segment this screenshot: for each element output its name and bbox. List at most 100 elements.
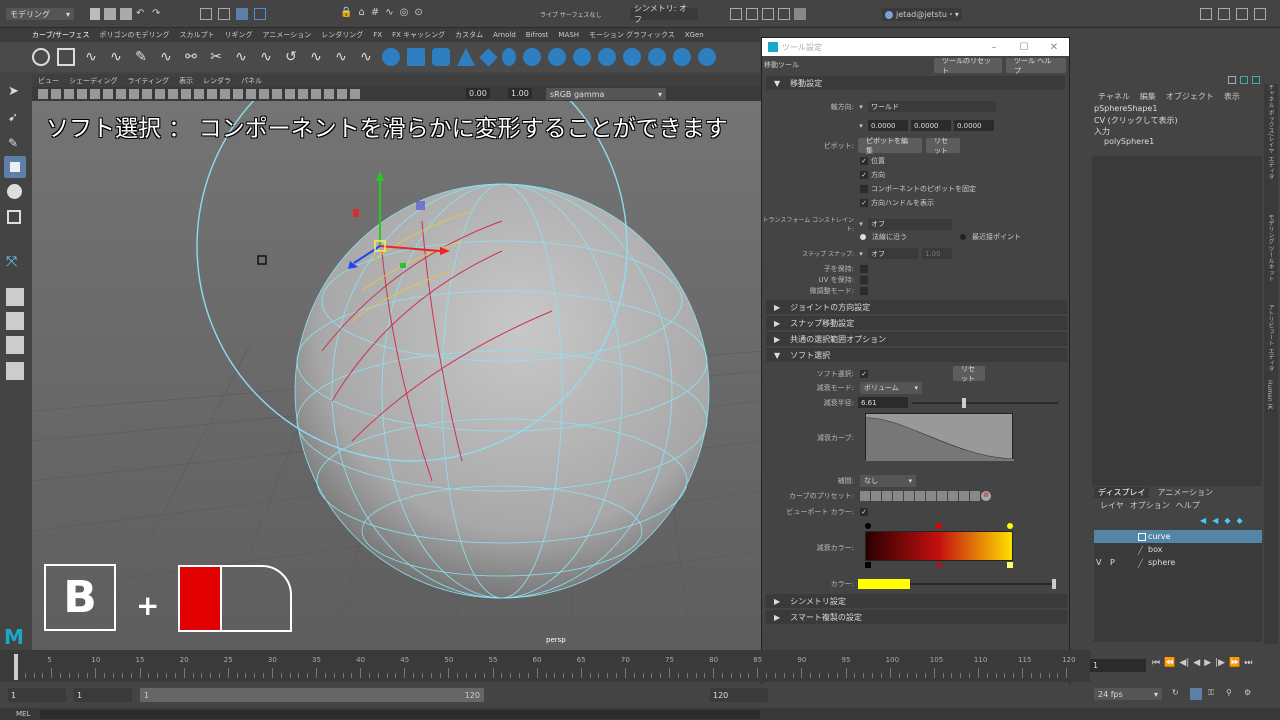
2d-pan-icon[interactable] <box>90 89 100 99</box>
goto-end-icon[interactable]: ⏭ <box>1244 658 1252 668</box>
axis-x-field[interactable]: 0.0000 <box>868 120 908 131</box>
ao-icon[interactable] <box>272 89 282 99</box>
object-mode-icon[interactable] <box>218 8 230 20</box>
axis-z-field[interactable]: 0.0000 <box>954 120 994 131</box>
command-input[interactable] <box>40 710 760 719</box>
range-bar[interactable]: 1 120 <box>140 688 484 702</box>
ramp-handle-yellow[interactable] <box>1007 523 1013 529</box>
fps-dropdown[interactable]: 24 fps ▾ <box>1094 688 1162 700</box>
auto-key-icon[interactable]: ⚲ <box>1226 688 1238 700</box>
checkbox[interactable] <box>860 185 868 193</box>
shelf-tab-animation[interactable]: アニメーション <box>263 30 312 40</box>
ramp-handle-red[interactable] <box>936 523 942 529</box>
select-tool-icon[interactable]: ➤ <box>8 84 22 99</box>
current-frame-field[interactable]: 1 <box>1090 659 1146 672</box>
falloff-radius-field[interactable]: 6.61 <box>858 397 908 408</box>
shelf-tab-mash[interactable]: MASH <box>558 31 579 39</box>
nurbs-sphere-icon[interactable] <box>382 48 400 66</box>
preset-double-bell-icon[interactable] <box>915 491 925 501</box>
open-folder-icon[interactable] <box>104 8 116 20</box>
section-snap-move[interactable]: ▶ スナップ移動設定 <box>766 316 1067 330</box>
hypershade-icon[interactable] <box>794 8 806 20</box>
slider-handle[interactable] <box>961 397 966 408</box>
shelf-tab-xgen[interactable]: XGen <box>685 31 704 39</box>
curve-extend-icon[interactable]: ∿ <box>307 48 325 66</box>
shelf-tab-arnold[interactable]: Arnold <box>493 31 516 39</box>
side-tab-channel-box[interactable]: チャネル ボックス/レイヤ エディタ <box>1266 84 1275 204</box>
magnet-icon[interactable]: ⌂ <box>358 7 364 18</box>
curve-attach-icon[interactable]: ⚯ <box>182 48 200 66</box>
checkbox[interactable]: ✓ <box>860 171 868 179</box>
modeling-toolkit-toggle-icon[interactable] <box>1200 8 1212 20</box>
component-mode-icon[interactable] <box>236 8 248 20</box>
playback-toggle[interactable]: P <box>1110 558 1124 567</box>
side-tab-human-ik[interactable]: Human IK <box>1266 380 1273 430</box>
nurbs-circle-icon[interactable] <box>32 48 50 66</box>
gamma-field[interactable]: 1.00 <box>508 88 532 99</box>
preset-linear-icon[interactable] <box>860 491 870 501</box>
layout-two-icon[interactable] <box>6 336 24 354</box>
move-layer-down-icon[interactable]: ◀ <box>1212 516 1218 525</box>
move-tool-icon[interactable] <box>4 156 26 178</box>
section-soft-select[interactable]: ▼ ソフト選択 <box>766 348 1067 362</box>
shelf-tab-motion-graphics[interactable]: モーション グラフィックス <box>589 30 675 40</box>
safe-action-icon[interactable] <box>181 89 191 99</box>
move-layer-up-icon[interactable]: ◀ <box>1200 516 1206 525</box>
revolve-icon[interactable] <box>573 48 591 66</box>
layout-single-icon[interactable] <box>6 288 24 306</box>
edit-pivot-button[interactable]: ピボットを編集 <box>858 137 922 155</box>
play-forward-icon[interactable]: ▶ <box>1204 658 1211 668</box>
wireframe-icon[interactable] <box>207 89 217 99</box>
curve-insert-knot-icon[interactable]: ∿ <box>332 48 350 66</box>
pivot-reset-button[interactable]: リセット <box>926 137 960 155</box>
menu-renderer[interactable]: レンダラ <box>203 76 231 86</box>
preset-multi-icon[interactable] <box>970 491 980 501</box>
step-back-icon[interactable]: ◀| <box>1179 658 1189 668</box>
shelf-tab-rigging[interactable]: リギング <box>225 30 253 40</box>
anim-prefs-icon[interactable]: ⚙ <box>1244 688 1256 700</box>
ep-curve-icon[interactable]: ∿ <box>107 48 125 66</box>
nurbs-plane-icon[interactable] <box>479 47 498 67</box>
snap-view-icon[interactable]: ⊙ <box>414 7 422 18</box>
tool-help-button[interactable]: ツール ヘルプ <box>1006 57 1066 75</box>
transform-constraint-dropdown[interactable]: オフ <box>868 218 952 230</box>
grid-icon[interactable] <box>116 89 126 99</box>
ramp-square-yellow[interactable] <box>1007 562 1013 568</box>
universal-manip-icon[interactable]: ⤧ <box>6 254 24 272</box>
paint-select-icon[interactable]: ✎ <box>8 136 22 150</box>
soft-select-reset-button[interactable]: リセット <box>953 365 985 383</box>
step-back-key-icon[interactable]: ⏪ <box>1164 658 1175 668</box>
step-forward-icon[interactable]: |▶ <box>1215 658 1225 668</box>
minimize-icon[interactable]: – <box>979 42 1009 53</box>
play-back-icon[interactable]: ◀ <box>1193 658 1200 668</box>
maximize-icon[interactable]: ☐ <box>1009 42 1039 53</box>
tool-settings-toggle-icon[interactable] <box>1236 8 1248 20</box>
isolate-icon[interactable] <box>324 89 334 99</box>
layer-row-sphere[interactable]: V P ╱ sphere <box>1094 556 1262 569</box>
nurbs-torus-icon[interactable] <box>502 48 516 66</box>
layer-row-curve[interactable]: curve <box>1094 530 1262 543</box>
resolution-gate-icon[interactable] <box>142 89 152 99</box>
falloff-curve-graph[interactable] <box>865 413 1015 461</box>
section-smart-duplicate[interactable]: ▶ スマート複製の設定 <box>766 610 1067 624</box>
field-chart-icon[interactable] <box>168 89 178 99</box>
xray-icon[interactable] <box>337 89 347 99</box>
nurbs-cylinder-icon[interactable] <box>432 48 450 66</box>
radio-nearest-point[interactable]: 最近接ポイント <box>960 232 1021 242</box>
preset-spike-icon[interactable] <box>959 491 969 501</box>
gate-mask-icon[interactable] <box>155 89 165 99</box>
curve-smooth-icon[interactable]: ∿ <box>357 48 375 66</box>
film-gate-icon[interactable] <box>129 89 139 99</box>
menu-edit[interactable]: 編集 <box>1140 91 1156 102</box>
checkbox[interactable] <box>860 276 868 284</box>
falloff-radius-slider[interactable] <box>912 397 1058 408</box>
render-settings-icon[interactable] <box>778 8 790 20</box>
hierarchy-icon[interactable] <box>200 8 212 20</box>
symmetry-dropdown[interactable]: シンメトリ: オフ <box>630 4 698 24</box>
shape-node-name[interactable]: pSphereShape1 <box>1094 104 1157 113</box>
layer-row-box[interactable]: ╱ box <box>1094 543 1262 556</box>
new-layer-selected-icon[interactable]: ◆ <box>1236 516 1242 525</box>
layer-name[interactable]: curve <box>1148 532 1170 541</box>
playhead[interactable] <box>14 654 18 680</box>
aa-icon[interactable] <box>298 89 308 99</box>
